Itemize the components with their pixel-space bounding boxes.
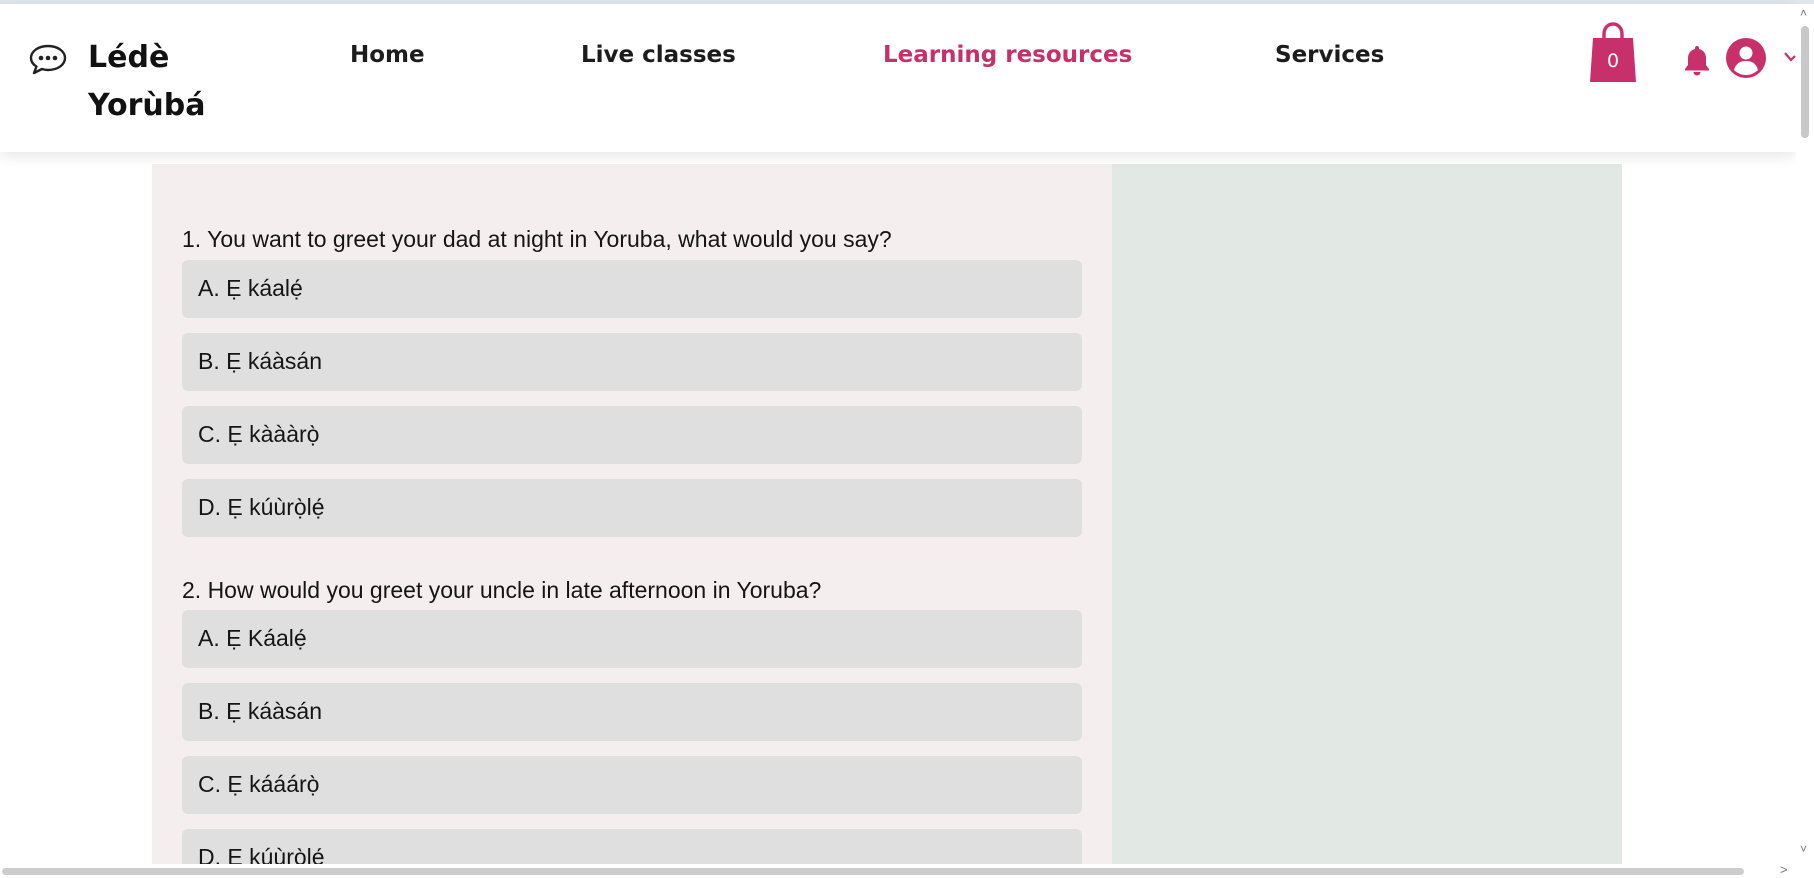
q2-option-d[interactable]: D. Ẹ kúùrọ̀lẹ́ [182,829,1082,864]
nav-live-classes[interactable]: Live classes [581,42,736,68]
question-2-text: 2. How would you greet your uncle in lat… [182,577,822,603]
question-1-text: 1. You want to greet your dad at night i… [182,226,892,252]
option-label: C. Ẹ kááárọ̀ [198,771,320,797]
nav-learning-resources[interactable]: Learning resources [883,42,1132,68]
vertical-scroll-thumb[interactable] [1801,26,1809,138]
option-label: B. Ẹ káàsán [198,698,323,724]
scroll-down-icon[interactable]: ˅ [1800,842,1807,856]
q1-option-d[interactable]: D. Ẹ kúùrọ̀lẹ́ [182,479,1082,537]
side-panel [1112,164,1622,864]
q1-option-a[interactable]: A. Ẹ káalẹ́ [182,260,1082,318]
quiz-panel: 1. You want to greet your dad at night i… [152,164,1112,864]
brand-line-1: Lédè [88,40,170,75]
q1-option-c[interactable]: C. Ẹ kàààrọ̀ [182,406,1082,464]
q2-option-c[interactable]: C. Ẹ kááárọ̀ [182,756,1082,814]
q2-option-a[interactable]: A. Ẹ Káalẹ́ [182,610,1082,668]
scroll-right-icon[interactable]: ˃ [1780,862,1788,877]
horizontal-scrollbar[interactable]: ˃ [0,862,1814,878]
brand-line-2: Yorùbá [88,88,206,123]
user-avatar-icon[interactable] [1726,38,1766,78]
nav-home[interactable]: Home [350,42,425,68]
scroll-up-icon[interactable]: ˄ [1800,6,1807,20]
horizontal-scroll-thumb[interactable] [2,868,1744,875]
vertical-scrollbar[interactable]: ˄ ˅ [1796,4,1814,864]
option-label: D. Ẹ kúùrọ̀lẹ́ [198,844,325,864]
brand-logo-text[interactable]: Lédè Yorùbá [88,34,238,130]
option-label: A. Ẹ káalẹ́ [198,275,303,301]
q2-option-b[interactable]: B. Ẹ káàsán [182,683,1082,741]
option-label: B. Ẹ káàsán [198,348,323,374]
chevron-down-icon[interactable] [1784,50,1796,64]
q1-option-b[interactable]: B. Ẹ káàsán [182,333,1082,391]
nav-services[interactable]: Services [1275,42,1384,68]
cart-button[interactable]: 0 [1589,22,1637,84]
option-label: C. Ẹ kàààrọ̀ [198,421,320,447]
chat-icon[interactable] [28,42,68,76]
option-label: D. Ẹ kúùrọ̀lẹ́ [198,494,325,520]
site-header: Lédè Yorùbá Home Live classes Learning r… [0,4,1796,152]
cart-count-badge: 0 [1606,50,1620,72]
option-label: A. Ẹ Káalẹ́ [198,625,307,651]
bell-icon[interactable] [1684,44,1710,76]
